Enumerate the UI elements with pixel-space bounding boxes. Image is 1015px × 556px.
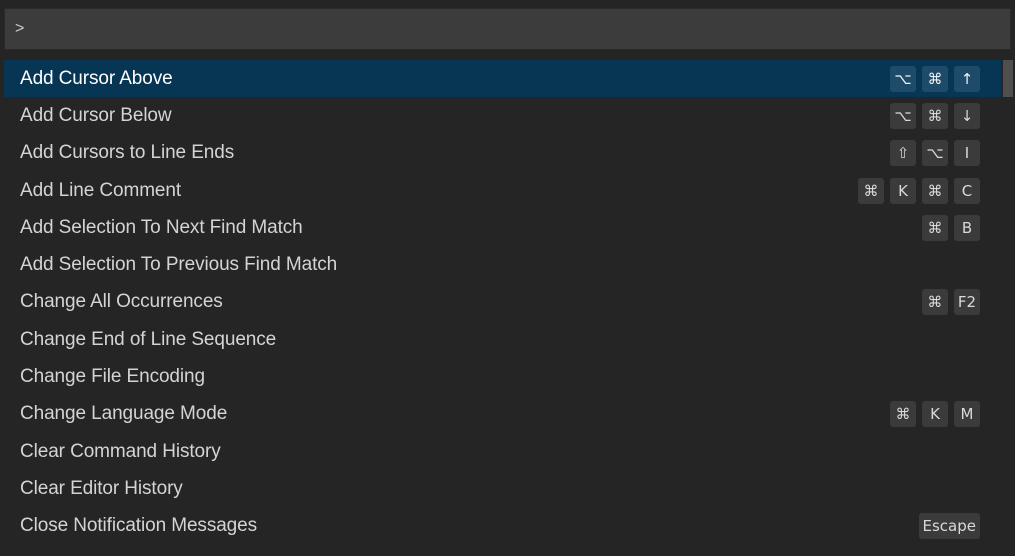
keybinding-key: M: [954, 401, 980, 428]
keybinding-key: ⌘: [921, 289, 948, 316]
keybinding-key: ↓: [954, 102, 980, 129]
command-item[interactable]: Add Cursor Below ⌥ ⌘ ↓: [4, 97, 1001, 134]
keybinding-key: B: [954, 214, 980, 241]
keybinding: ⌘ K ⌘ C: [858, 177, 980, 204]
command-label: Change All Occurrences: [20, 291, 223, 313]
command-item[interactable]: Change End of Line Sequence: [4, 321, 1001, 358]
keybinding: ⌥ ⌘ ↓: [890, 102, 980, 129]
scrollbar-thumb[interactable]: [1003, 60, 1013, 97]
keybinding-key: I: [954, 140, 980, 167]
keybinding-key: F2: [953, 289, 980, 316]
keybinding-key: ⌥: [890, 65, 916, 92]
keybinding: ⌘ F2: [921, 289, 980, 316]
keybinding-key: ↑: [954, 65, 980, 92]
command-label: Change End of Line Sequence: [20, 328, 277, 350]
command-label: Add Cursor Above: [20, 67, 173, 89]
keybinding-key: C: [954, 177, 980, 204]
command-item[interactable]: Add Cursor Above ⌥ ⌘ ↑: [4, 60, 1001, 98]
keybinding-key: ⌘: [922, 214, 948, 241]
keybinding-key: ⌥: [890, 102, 916, 129]
command-label: Add Cursor Below: [20, 104, 172, 126]
command-label: Change Language Mode: [20, 403, 228, 425]
command-item[interactable]: Clear Command History: [4, 433, 1001, 470]
keybinding: Escape: [918, 513, 980, 540]
keybinding: ⇧ ⌥ I: [890, 140, 980, 167]
command-item[interactable]: Add Cursors to Line Ends ⇧ ⌥ I: [4, 135, 1001, 172]
keybinding-key: ⌘: [922, 65, 948, 92]
keybinding: ⌘ K M: [890, 401, 980, 428]
command-label: Change File Encoding: [20, 366, 205, 388]
command-item[interactable]: Change All Occurrences ⌘ F2: [4, 284, 1001, 321]
keybinding-key: ⌘: [890, 401, 916, 428]
keybinding-key: ⌘: [922, 177, 948, 204]
command-label: Add Selection To Next Find Match: [20, 216, 303, 238]
keybinding-key: ⌘: [858, 177, 884, 204]
command-item[interactable]: Add Selection To Next Find Match ⌘ B: [4, 209, 1001, 246]
command-label: Add Line Comment: [20, 179, 182, 201]
command-item[interactable]: Add Line Comment ⌘ K ⌘ C: [4, 172, 1001, 209]
command-list-scrollbar[interactable]: [1003, 60, 1013, 556]
keybinding-key: K: [890, 177, 916, 204]
command-label: Add Cursors to Line Ends: [20, 142, 235, 164]
command-item[interactable]: Close Notification Messages Escape: [4, 508, 1001, 545]
command-palette: Add Cursor Above⌥⌘↑Add Cursor Below⌥⌘↓Ad…: [0, 0, 1015, 556]
keybinding-key: ⇧: [890, 140, 916, 167]
command-label: Clear Command History: [20, 440, 221, 462]
command-item[interactable]: Add Selection To Previous Find Match: [4, 246, 1001, 283]
command-item[interactable]: Clear Editor History: [4, 470, 1001, 507]
keybinding-key: ⌘: [922, 102, 948, 129]
keybinding: ⌥ ⌘ ↑: [890, 65, 980, 92]
keybinding-key: ⌥: [922, 140, 948, 167]
command-label: Close Notification Messages: [20, 515, 258, 537]
command-item[interactable]: Change File Encoding: [4, 358, 1001, 395]
keybinding-key: K: [922, 401, 948, 428]
keybinding-key: Escape: [918, 513, 980, 540]
command-list: Add Cursor Above ⌥ ⌘ ↑ Add Cursor Below ⌥ ⌘ ↓ Ad…: [4, 60, 1001, 556]
command-label: Clear Editor History: [20, 477, 183, 499]
command-item[interactable]: Change Language Mode ⌘ K M: [4, 396, 1001, 433]
keybinding: ⌘ B: [922, 214, 980, 241]
command-input-box[interactable]: [4, 8, 1011, 50]
command-label: Add Selection To Previous Find Match: [20, 254, 338, 276]
command-input[interactable]: [5, 9, 1010, 49]
